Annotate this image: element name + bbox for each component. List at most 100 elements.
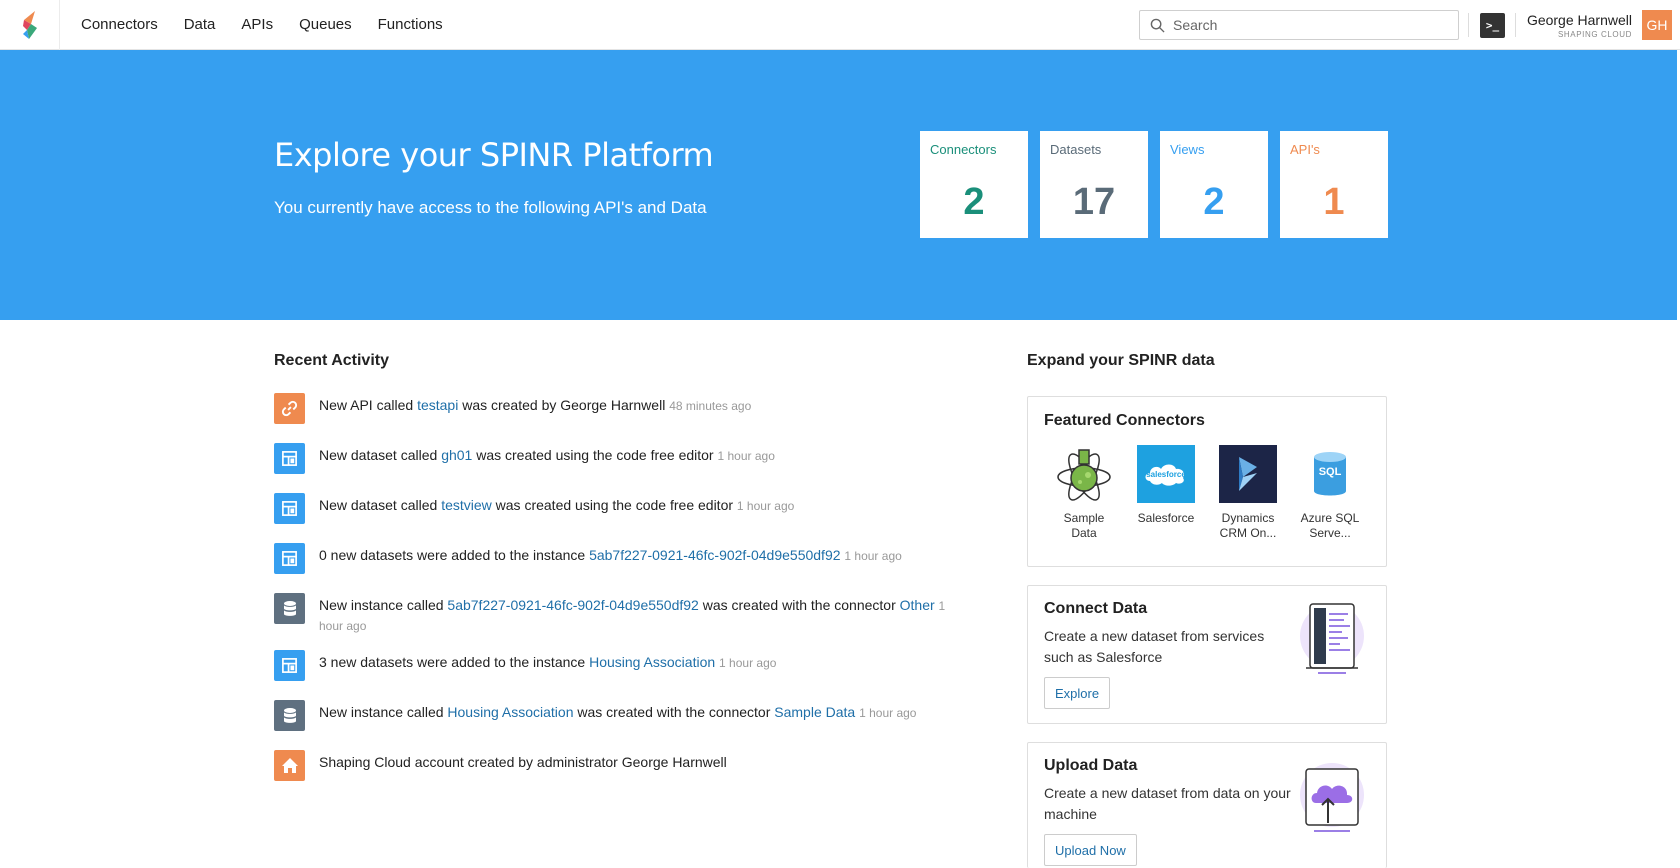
stat-card-connectors[interactable]: Connectors 2 xyxy=(920,131,1028,238)
link-icon xyxy=(274,393,305,424)
stat-value: 17 xyxy=(1072,181,1116,223)
activity-link[interactable]: Other xyxy=(900,597,935,613)
stat-label: Datasets xyxy=(1050,142,1102,157)
featured-connectors-title: Featured Connectors xyxy=(1044,412,1205,429)
activity-timestamp: 1 hour ago xyxy=(859,706,917,720)
activity-text: New dataset called gh01 was created usin… xyxy=(319,446,969,466)
stat-card-datasets[interactable]: Datasets 17 xyxy=(1040,131,1148,238)
search-box[interactable] xyxy=(1139,10,1459,40)
upload-data-description: Create a new dataset from data on your m… xyxy=(1044,785,1291,822)
stat-card-views[interactable]: Views 2 xyxy=(1160,131,1268,238)
activity-text: 0 new datasets were added to the instanc… xyxy=(319,546,969,566)
activity-link[interactable]: gh01 xyxy=(441,447,472,463)
featured-connectors-card: Featured Connectors Sample Data salesfor… xyxy=(1027,396,1387,567)
activity-timestamp: 1 hour ago xyxy=(736,499,795,513)
nav-functions[interactable]: Functions xyxy=(378,16,443,33)
user-name: George Harnwell xyxy=(1526,12,1632,28)
connector-label-line2: CRM On... xyxy=(1219,526,1277,540)
connector-label-line1: Sample xyxy=(1063,511,1105,525)
dynamics-logo-icon xyxy=(1219,445,1277,503)
search-icon xyxy=(1150,18,1165,33)
salesforce-logo-text: salesforce xyxy=(1146,469,1186,479)
activity-link[interactable]: 5ab7f227-0921-46fc-902f-04d9e550df92 xyxy=(447,597,698,613)
activity-link[interactable]: testview xyxy=(441,497,492,513)
connector-label-line2: Serve... xyxy=(1309,526,1351,540)
recent-activity-title: Recent Activity xyxy=(274,352,389,369)
hero-banner: Explore your SPINR Platform You currentl… xyxy=(0,50,1677,320)
sample-data-icon xyxy=(1055,445,1113,503)
connect-data-title: Connect Data xyxy=(1044,600,1148,617)
explore-button[interactable]: Explore xyxy=(1044,677,1111,709)
activity-text-segment: was created with the connector xyxy=(698,597,900,613)
azure-sql-icon: SQL xyxy=(1301,445,1359,503)
activity-text-segment: 0 new datasets were added to the instanc… xyxy=(319,547,590,563)
activity-text-segment: was created using the code free editor xyxy=(472,447,718,463)
activity-timestamp: 1 hour ago xyxy=(844,549,902,563)
activity-link[interactable]: Housing Association xyxy=(589,654,715,670)
activity-text: Shaping Cloud account created by adminis… xyxy=(319,753,969,772)
stat-label: Connectors xyxy=(930,142,997,157)
connector-label-line1: Salesforce xyxy=(1137,511,1195,525)
nav-queues[interactable]: Queues xyxy=(299,16,352,33)
activity-text-segment: 3 new datasets were added to the instanc… xyxy=(319,654,590,670)
connector-azure-sql[interactable]: SQL Azure SQL Serve... xyxy=(1294,445,1366,541)
connector-sample-data[interactable]: Sample Data xyxy=(1048,445,1120,541)
activity-text-segment: New instance called xyxy=(319,597,448,613)
hero-subtitle: You currently have access to the followi… xyxy=(274,198,707,217)
user-menu[interactable]: George Harnwell SHAPING CLOUD xyxy=(1527,12,1632,39)
stat-label: API's xyxy=(1290,142,1320,157)
spinr-logo[interactable] xyxy=(0,0,60,50)
user-organization: SHAPING CLOUD xyxy=(1557,30,1632,39)
tablet-illustration-icon xyxy=(1300,603,1364,674)
search-input[interactable] xyxy=(1173,17,1443,33)
stat-label: Views xyxy=(1170,142,1205,157)
stat-value: 1 xyxy=(1323,181,1345,223)
database-icon xyxy=(274,593,305,624)
azure-sql-logo-text: SQL xyxy=(1318,466,1342,478)
stat-value: 2 xyxy=(1203,181,1225,223)
dataset-icon xyxy=(274,650,305,681)
connect-data-description: Create a new dataset from services such … xyxy=(1044,628,1265,665)
activity-text-segment: New instance called xyxy=(319,704,448,720)
activity-text-segment: New dataset called xyxy=(319,447,442,463)
divider xyxy=(1468,13,1469,37)
top-navigation-bar: Connectors Data APIs Queues Functions >_… xyxy=(0,0,1680,50)
activity-text-segment: Shaping Cloud account created by adminis… xyxy=(319,754,727,770)
dataset-icon xyxy=(274,443,305,474)
activity-link[interactable]: Sample Data xyxy=(774,704,855,720)
nav-data[interactable]: Data xyxy=(184,16,216,33)
connector-salesforce[interactable]: salesforce Salesforce xyxy=(1130,445,1202,526)
connector-label-line1: Azure SQL xyxy=(1300,511,1360,525)
activity-text: New instance called 5ab7f227-0921-46fc-9… xyxy=(319,596,969,636)
cloud-upload-illustration-icon xyxy=(1300,763,1364,832)
dataset-icon xyxy=(274,493,305,524)
activity-link[interactable]: 5ab7f227-0921-46fc-902f-04d9e550df92 xyxy=(589,547,840,563)
nav-connectors[interactable]: Connectors xyxy=(81,16,158,33)
activity-link[interactable]: testapi xyxy=(417,397,458,413)
activity-text-segment: was created by George Harnwell xyxy=(458,397,670,413)
stat-card-apis[interactable]: API's 1 xyxy=(1280,131,1388,238)
activity-link[interactable]: Housing Association xyxy=(447,704,573,720)
activity-text-segment: New dataset called xyxy=(319,497,442,513)
upload-data-card: Upload Data Create a new dataset from da… xyxy=(1027,742,1387,868)
expand-title: Expand your SPINR data xyxy=(1027,352,1215,369)
connector-label-line1: Dynamics xyxy=(1221,511,1275,525)
connector-dynamics-crm[interactable]: Dynamics CRM On... xyxy=(1212,445,1284,541)
database-icon xyxy=(274,700,305,731)
nav-apis[interactable]: APIs xyxy=(241,16,273,33)
connector-label-line2: Data xyxy=(1071,526,1097,540)
activity-text: 3 new datasets were added to the instanc… xyxy=(319,653,969,673)
activity-timestamp: 48 minutes ago xyxy=(669,399,752,413)
dataset-icon xyxy=(274,543,305,574)
upload-now-button[interactable]: Upload Now xyxy=(1044,834,1137,866)
activity-text: New dataset called testview was created … xyxy=(319,496,969,516)
activity-timestamp: 1 hour ago xyxy=(717,449,775,463)
connect-data-card: Connect Data Create a new dataset from s… xyxy=(1027,585,1387,724)
home-icon xyxy=(274,750,305,781)
stat-value: 2 xyxy=(963,181,985,223)
page-title: Explore your SPINR Platform xyxy=(274,136,714,174)
activity-text-segment: was created using the code free editor xyxy=(491,497,737,513)
terminal-icon[interactable]: >_ xyxy=(1480,13,1505,38)
upload-data-title: Upload Data xyxy=(1044,757,1138,774)
avatar[interactable]: GH xyxy=(1642,10,1672,40)
